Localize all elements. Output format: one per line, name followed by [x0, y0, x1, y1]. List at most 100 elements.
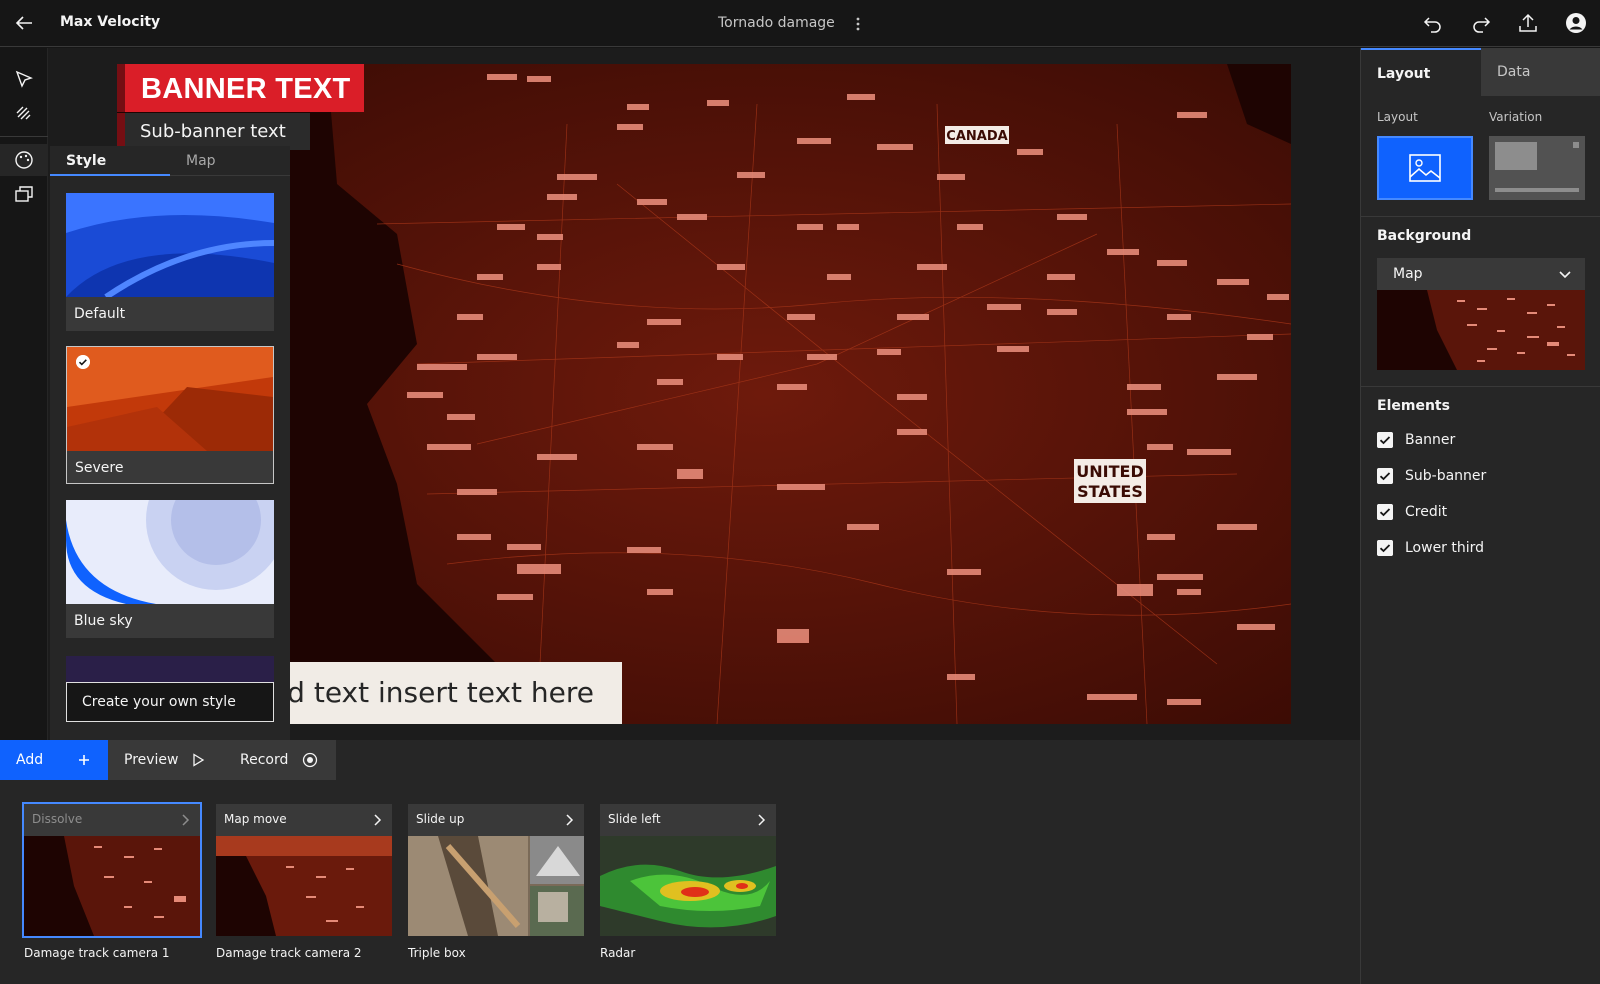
timeline-toolbar: Add Preview Record: [0, 740, 336, 780]
style-card-blue-sky[interactable]: Blue sky: [66, 500, 274, 638]
clip-triple-box[interactable]: Slide up: [408, 804, 584, 936]
banner-overlay[interactable]: BANNER TEXT: [117, 64, 364, 112]
sub-banner-overlay[interactable]: Sub-banner text: [117, 113, 310, 150]
preview-button[interactable]: Preview: [108, 740, 224, 780]
map-label-united: UNITED: [1076, 462, 1143, 481]
export-icon[interactable]: [1517, 12, 1539, 34]
style-panel: Style Map Default Severe Blue sky Create…: [50, 146, 290, 740]
style-thumbnail-severe: [67, 347, 275, 451]
checkbox-checked-icon[interactable]: [1377, 540, 1393, 556]
map-graphic: CANADA UNITED STATES: [117, 64, 1291, 724]
record-button[interactable]: Record: [224, 740, 336, 780]
clip-transition[interactable]: Slide up: [408, 804, 584, 836]
clip-transition-label: Slide up: [416, 812, 465, 826]
overflow-menu-icon[interactable]: [848, 12, 868, 36]
checkbox-label: Sub-banner: [1405, 468, 1487, 484]
layout-option-image[interactable]: [1377, 136, 1473, 200]
clip-caption: Damage track camera 1: [24, 946, 170, 960]
record-button-label: Record: [240, 752, 289, 768]
chevron-right-icon: [566, 814, 574, 826]
style-panel-tabs: Style Map: [50, 146, 290, 176]
variation-label: Variation: [1489, 110, 1543, 124]
checkbox-checked-icon[interactable]: [1377, 468, 1393, 484]
tab-data[interactable]: Data: [1481, 48, 1600, 96]
tab-style[interactable]: Style: [50, 146, 170, 176]
tool-rail: [0, 48, 48, 740]
variation-bar: [1495, 188, 1579, 192]
tool-separator: [0, 136, 48, 137]
background-map-thumbnail[interactable]: [1377, 290, 1585, 370]
map-label-canada: CANADA: [946, 129, 1007, 144]
clip-radar[interactable]: Slide left: [600, 804, 776, 936]
sub-banner-text: Sub-banner text: [140, 121, 286, 142]
clip-transition-label: Dissolve: [32, 812, 83, 826]
map-canvas[interactable]: CANADA UNITED STATES: [117, 64, 1291, 724]
clip-thumbnail: [408, 836, 584, 936]
style-card-default[interactable]: Default: [66, 193, 274, 331]
elements-heading: Elements: [1377, 398, 1450, 414]
tab-map[interactable]: Map: [170, 146, 290, 176]
layout-label: Layout: [1377, 110, 1418, 124]
user-avatar-icon[interactable]: [1565, 12, 1587, 34]
draw-pen-icon[interactable]: [12, 100, 36, 124]
chevron-right-icon: [374, 814, 382, 826]
clip-caption: Damage track camera 2: [216, 946, 362, 960]
style-card-label: Default: [74, 306, 126, 322]
undo-icon[interactable]: [1422, 12, 1444, 34]
clip-damage-track-camera-1[interactable]: Dissolve: [22, 802, 202, 938]
back-arrow-icon[interactable]: [12, 11, 36, 35]
background-heading: Background: [1377, 228, 1472, 244]
divider: [1361, 216, 1600, 217]
clip-transition-label: Map move: [224, 812, 287, 826]
palette-icon[interactable]: [12, 148, 36, 172]
banner-text: BANNER TEXT: [141, 73, 351, 105]
app-title: Max Velocity: [60, 14, 161, 30]
image-icon: [1409, 154, 1441, 182]
properties-tabs: Layout Data: [1361, 48, 1600, 96]
checkbox-checked-icon[interactable]: [1377, 432, 1393, 448]
lower-third-text: d text insert text here: [290, 676, 594, 709]
document-title[interactable]: Tornado damage: [718, 15, 835, 31]
style-thumbnail-blue-sky: [66, 500, 274, 604]
play-icon: [193, 753, 205, 767]
tab-layout[interactable]: Layout: [1361, 48, 1481, 96]
add-button[interactable]: Add: [0, 740, 108, 780]
select-pointer-icon[interactable]: [12, 68, 36, 92]
clip-transition[interactable]: Dissolve: [24, 804, 200, 836]
chevron-right-icon: [182, 814, 190, 826]
redo-icon[interactable]: [1470, 12, 1492, 34]
clip-transition[interactable]: Map move: [216, 804, 392, 836]
record-icon: [302, 752, 318, 768]
top-bar: Max Velocity Tornado damage: [0, 0, 1600, 47]
clip-transition[interactable]: Slide left: [600, 804, 776, 836]
variation-block: [1495, 142, 1537, 170]
variation-dot: [1573, 142, 1579, 148]
style-card-severe[interactable]: Severe: [66, 346, 274, 484]
clip-caption: Radar: [600, 946, 636, 960]
chevron-down-icon: [1559, 271, 1571, 279]
timeline-panel: Add Preview Record Dissolve Damage track…: [0, 740, 1360, 984]
add-button-label: Add: [16, 752, 44, 768]
style-card-peek: [66, 656, 274, 682]
properties-panel: Layout Data Layout Variation Background …: [1360, 48, 1600, 984]
variation-option[interactable]: [1489, 136, 1585, 200]
checkbox-label: Credit: [1405, 504, 1448, 520]
clip-thumbnail: [600, 836, 776, 936]
preview-button-label: Preview: [124, 752, 179, 768]
chevron-right-icon: [758, 814, 766, 826]
checkbox-checked-icon[interactable]: [1377, 504, 1393, 520]
style-card-label: Severe: [75, 460, 124, 476]
clip-thumbnail: [24, 836, 200, 936]
plus-icon: [79, 755, 89, 765]
map-label-states: STATES: [1077, 482, 1143, 501]
clip-caption: Triple box: [408, 946, 466, 960]
clip-damage-track-camera-2[interactable]: Map move: [216, 804, 392, 936]
selected-check-icon: [76, 355, 90, 369]
style-card-label: Blue sky: [74, 613, 133, 629]
layers-icon[interactable]: [12, 182, 36, 206]
lower-third-overlay[interactable]: d text insert text here: [290, 662, 622, 724]
background-select-value: Map: [1393, 266, 1423, 282]
background-select[interactable]: Map: [1377, 258, 1585, 290]
clip-transition-label: Slide left: [608, 812, 661, 826]
create-style-button[interactable]: Create your own style: [66, 682, 274, 722]
